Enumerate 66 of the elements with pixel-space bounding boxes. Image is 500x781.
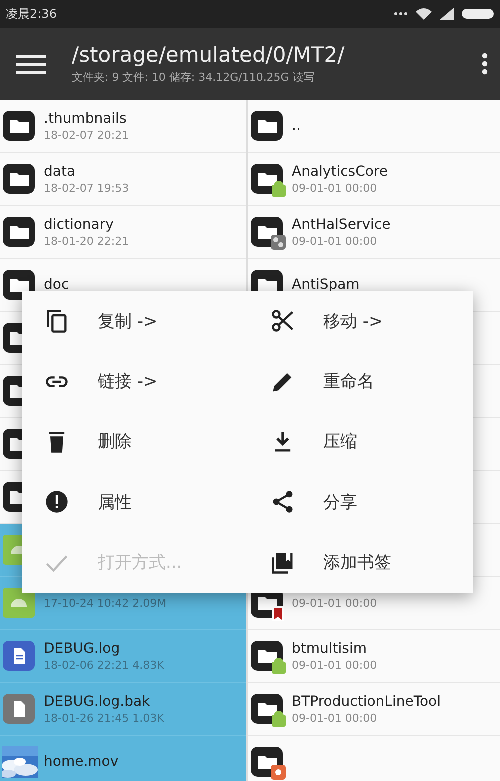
file-details: 09-01-01 00:00 (292, 234, 378, 248)
wifi-icon (416, 8, 432, 20)
file-row[interactable]: .thumbnails 18-02-07 20:21 (0, 100, 246, 153)
file-name: .. (292, 118, 301, 134)
dots-icon (394, 12, 408, 16)
status-time: 凌晨2:36 (6, 6, 57, 22)
file-row[interactable]: btmultisim 09-01-01 00:00 (248, 630, 500, 683)
app-folder-icon (250, 691, 286, 727)
file-row[interactable]: dictionary 18-01-20 22:21 (0, 206, 246, 259)
menu-item[interactable]: 重命名 (248, 351, 473, 412)
file-icon (2, 691, 38, 727)
storage-summary: 文件夹: 9 文件: 10 储存: 34.12G/110.25G 读写 (72, 70, 316, 85)
app-folder-icon (250, 161, 286, 197)
file-name: DEBUG.log.bak (44, 694, 152, 710)
signal-icon (440, 8, 454, 20)
menu-icon[interactable] (16, 53, 46, 75)
file-details: 09-01-01 00:00 (292, 182, 378, 194)
battery-icon (462, 8, 494, 20)
file-name: doc (44, 277, 70, 293)
file-name: DEBUG.log (44, 640, 122, 656)
folder-icon (2, 108, 38, 144)
file-details: 09-01-01 00:00 (292, 712, 378, 724)
scissors-icon (270, 308, 296, 334)
file-details: 18-01-20 22:21 (44, 234, 130, 248)
more-icon[interactable] (482, 53, 488, 75)
app-folder-icon (250, 744, 286, 780)
menu-item[interactable]: 删除 (22, 412, 248, 472)
file-name: home.mov (44, 754, 119, 770)
folder-icon (250, 108, 286, 144)
file-details: 18-02-06 22:21 4.83K (44, 658, 164, 672)
android-icon (2, 535, 22, 565)
file-name: AntHalService (292, 216, 391, 232)
menu-item[interactable]: 分享 (248, 472, 473, 533)
folder-icon (2, 161, 38, 197)
file-details: 09-01-01 00:00 (292, 658, 378, 672)
file-details: 17-10-24 10:42 2.09M (44, 596, 167, 610)
info-icon (44, 489, 70, 516)
file-row[interactable] (248, 736, 500, 781)
document-icon (2, 638, 38, 674)
file-name: dictionary (44, 216, 115, 232)
file-row[interactable]: DEBUG.log 18-02-06 22:21 4.83K (0, 630, 246, 683)
app-folder-icon (250, 638, 286, 674)
file-row[interactable]: home.mov (0, 736, 246, 781)
file-name: AntiSpam (292, 277, 360, 293)
file-details: 18-01-26 21:45 1.03K (44, 712, 164, 724)
file-row[interactable]: .. (248, 100, 500, 153)
file-row[interactable]: data 18-02-07 19:53 (0, 153, 246, 206)
folder-icon (2, 214, 38, 250)
file-name: btmultisim (292, 640, 368, 656)
file-row[interactable]: BTProductionLineTool 09-01-01 00:00 (248, 683, 500, 736)
menu-item[interactable]: 压缩 (248, 412, 473, 472)
file-row[interactable]: AntHalService 09-01-01 00:00 (248, 206, 500, 259)
file-row[interactable]: AnalyticsCore 09-01-01 00:00 (248, 153, 500, 206)
file-details: 18-02-07 20:21 (44, 128, 130, 142)
file-row[interactable]: DEBUG.log.bak 18-01-26 21:45 1.03K (0, 683, 246, 736)
android-icon (2, 585, 38, 621)
menu-item[interactable]: 属性 (22, 472, 248, 533)
file-details: 18-02-07 19:53 (44, 182, 130, 194)
file-details: 09-01-01 00:00 (292, 596, 378, 610)
file-name: data (44, 164, 77, 180)
file-name: BTProductionLineTool (292, 694, 442, 710)
menu-item[interactable]: 链接 -> (22, 351, 248, 412)
path-title: /storage/emulated/0/MT2/ (72, 43, 346, 67)
app-folder-icon (250, 214, 286, 250)
file-name: .thumbnails (44, 110, 128, 126)
file-name: AnalyticsCore (292, 164, 388, 180)
